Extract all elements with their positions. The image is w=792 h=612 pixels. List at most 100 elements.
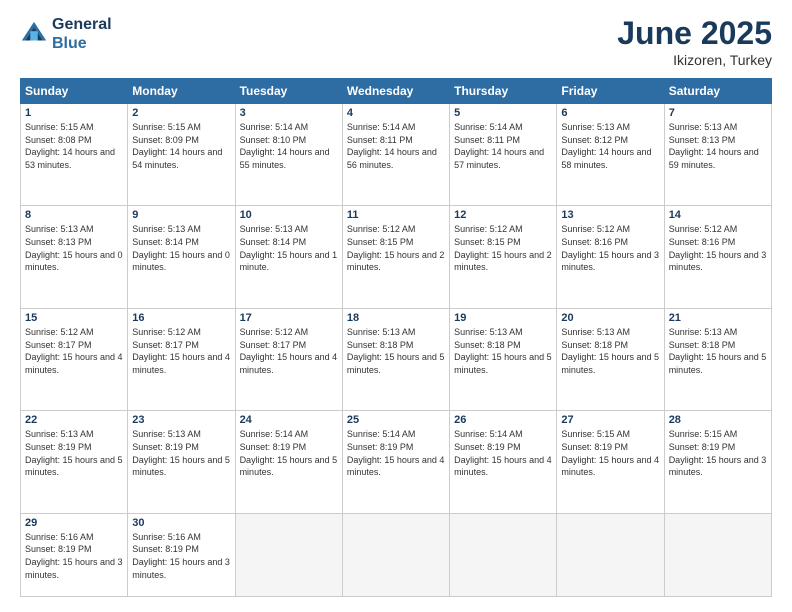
- day-number: 20: [561, 312, 659, 324]
- th-monday: Monday: [128, 79, 235, 104]
- day-number: 9: [132, 209, 230, 221]
- th-saturday: Saturday: [664, 79, 771, 104]
- day-info: Sunrise: 5:14 AMSunset: 8:11 PMDaylight:…: [454, 121, 552, 171]
- calendar-cell: 7 Sunrise: 5:13 AMSunset: 8:13 PMDaylight…: [664, 104, 771, 206]
- calendar-cell: 25 Sunrise: 5:14 AMSunset: 8:19 PMDayligh…: [342, 411, 449, 513]
- day-number: 10: [240, 209, 338, 221]
- day-info: Sunrise: 5:14 AMSunset: 8:10 PMDaylight:…: [240, 121, 338, 171]
- calendar-cell: 9 Sunrise: 5:13 AMSunset: 8:14 PMDaylight…: [128, 206, 235, 308]
- calendar-cell: 13 Sunrise: 5:12 AMSunset: 8:16 PMDayligh…: [557, 206, 664, 308]
- day-info: Sunrise: 5:13 AMSunset: 8:18 PMDaylight:…: [561, 326, 659, 376]
- day-number: 2: [132, 107, 230, 119]
- month-title: June 2025: [617, 15, 772, 52]
- calendar-cell: 5 Sunrise: 5:14 AMSunset: 8:11 PMDaylight…: [450, 104, 557, 206]
- day-number: 12: [454, 209, 552, 221]
- day-number: 30: [132, 517, 230, 529]
- calendar-cell: 30 Sunrise: 5:16 AMSunset: 8:19 PMDayligh…: [128, 513, 235, 596]
- weekday-header-row: Sunday Monday Tuesday Wednesday Thursday…: [21, 79, 772, 104]
- day-number: 19: [454, 312, 552, 324]
- day-info: Sunrise: 5:13 AMSunset: 8:12 PMDaylight:…: [561, 121, 659, 171]
- day-info: Sunrise: 5:14 AMSunset: 8:19 PMDaylight:…: [347, 428, 445, 478]
- location-subtitle: Ikizoren, Turkey: [617, 52, 772, 68]
- calendar-cell: [342, 513, 449, 596]
- logo-icon: [20, 20, 48, 48]
- day-info: Sunrise: 5:15 AMSunset: 8:08 PMDaylight:…: [25, 121, 123, 171]
- calendar-cell: 10 Sunrise: 5:13 AMSunset: 8:14 PMDayligh…: [235, 206, 342, 308]
- day-info: Sunrise: 5:13 AMSunset: 8:13 PMDaylight:…: [25, 223, 123, 273]
- calendar-cell: 29Sunrise: 5:16 AMSunset: 8:19 PMDayligh…: [21, 513, 128, 596]
- day-info: Sunrise: 5:13 AMSunset: 8:14 PMDaylight:…: [132, 223, 230, 273]
- calendar-cell: 18 Sunrise: 5:13 AMSunset: 8:18 PMDayligh…: [342, 308, 449, 410]
- day-number: 1: [25, 107, 123, 119]
- calendar-table: Sunday Monday Tuesday Wednesday Thursday…: [20, 78, 772, 597]
- header: General Blue June 2025 Ikizoren, Turkey: [20, 15, 772, 68]
- day-info: Sunrise: 5:12 AMSunset: 8:16 PMDaylight:…: [561, 223, 659, 273]
- day-number: 6: [561, 107, 659, 119]
- day-info: Sunrise: 5:15 AMSunset: 8:19 PMDaylight:…: [669, 428, 767, 478]
- day-info: Sunrise: 5:12 AMSunset: 8:17 PMDaylight:…: [132, 326, 230, 376]
- day-info: Sunrise: 5:12 AMSunset: 8:17 PMDaylight:…: [25, 326, 123, 376]
- calendar-cell: 21 Sunrise: 5:13 AMSunset: 8:18 PMDayligh…: [664, 308, 771, 410]
- calendar-cell: [450, 513, 557, 596]
- day-number: 21: [669, 312, 767, 324]
- logo-text: General Blue: [52, 15, 112, 53]
- day-info: Sunrise: 5:15 AMSunset: 8:09 PMDaylight:…: [132, 121, 230, 171]
- day-number: 3: [240, 107, 338, 119]
- th-sunday: Sunday: [21, 79, 128, 104]
- calendar-cell: [664, 513, 771, 596]
- day-info: Sunrise: 5:12 AMSunset: 8:15 PMDaylight:…: [347, 223, 445, 273]
- day-number: 27: [561, 414, 659, 426]
- th-friday: Friday: [557, 79, 664, 104]
- th-thursday: Thursday: [450, 79, 557, 104]
- day-info: Sunrise: 5:14 AMSunset: 8:11 PMDaylight:…: [347, 121, 445, 171]
- calendar-cell: 6 Sunrise: 5:13 AMSunset: 8:12 PMDaylight…: [557, 104, 664, 206]
- day-number: 7: [669, 107, 767, 119]
- day-number: 24: [240, 414, 338, 426]
- day-info: Sunrise: 5:15 AMSunset: 8:19 PMDaylight:…: [561, 428, 659, 478]
- calendar-cell: 17 Sunrise: 5:12 AMSunset: 8:17 PMDayligh…: [235, 308, 342, 410]
- calendar-cell: 11 Sunrise: 5:12 AMSunset: 8:15 PMDayligh…: [342, 206, 449, 308]
- day-number: 13: [561, 209, 659, 221]
- day-info: Sunrise: 5:14 AMSunset: 8:19 PMDaylight:…: [240, 428, 338, 478]
- day-info: Sunrise: 5:16 AMSunset: 8:19 PMDaylight:…: [25, 531, 123, 581]
- calendar-cell: 12Sunrise: 5:12 AMSunset: 8:15 PMDayligh…: [450, 206, 557, 308]
- calendar-cell: 8 Sunrise: 5:13 AMSunset: 8:13 PMDaylight…: [21, 206, 128, 308]
- day-info: Sunrise: 5:16 AMSunset: 8:19 PMDaylight:…: [132, 531, 230, 581]
- calendar-cell: 2 Sunrise: 5:15 AMSunset: 8:09 PMDaylight…: [128, 104, 235, 206]
- day-number: 18: [347, 312, 445, 324]
- calendar-cell: 15 Sunrise: 5:12 AMSunset: 8:17 PMDayligh…: [21, 308, 128, 410]
- calendar-cell: 26Sunrise: 5:14 AMSunset: 8:19 PMDayligh…: [450, 411, 557, 513]
- calendar-cell: 28Sunrise: 5:15 AMSunset: 8:19 PMDayligh…: [664, 411, 771, 513]
- calendar-cell: [235, 513, 342, 596]
- title-block: June 2025 Ikizoren, Turkey: [617, 15, 772, 68]
- day-info: Sunrise: 5:13 AMSunset: 8:18 PMDaylight:…: [347, 326, 445, 376]
- day-info: Sunrise: 5:14 AMSunset: 8:19 PMDaylight:…: [454, 428, 552, 478]
- calendar-cell: [557, 513, 664, 596]
- day-info: Sunrise: 5:13 AMSunset: 8:13 PMDaylight:…: [669, 121, 767, 171]
- calendar-cell: 24 Sunrise: 5:14 AMSunset: 8:19 PMDayligh…: [235, 411, 342, 513]
- day-info: Sunrise: 5:12 AMSunset: 8:17 PMDaylight:…: [240, 326, 338, 376]
- calendar-cell: 20 Sunrise: 5:13 AMSunset: 8:18 PMDayligh…: [557, 308, 664, 410]
- day-info: Sunrise: 5:12 AMSunset: 8:16 PMDaylight:…: [669, 223, 767, 273]
- calendar-cell: 22 Sunrise: 5:13 AMSunset: 8:19 PMDayligh…: [21, 411, 128, 513]
- day-number: 22: [25, 414, 123, 426]
- day-number: 8: [25, 209, 123, 221]
- day-number: 17: [240, 312, 338, 324]
- logo: General Blue: [20, 15, 112, 53]
- th-wednesday: Wednesday: [342, 79, 449, 104]
- day-info: Sunrise: 5:13 AMSunset: 8:14 PMDaylight:…: [240, 223, 338, 273]
- day-info: Sunrise: 5:13 AMSunset: 8:19 PMDaylight:…: [25, 428, 123, 478]
- day-number: 14: [669, 209, 767, 221]
- day-info: Sunrise: 5:13 AMSunset: 8:18 PMDaylight:…: [669, 326, 767, 376]
- day-number: 11: [347, 209, 445, 221]
- day-number: 4: [347, 107, 445, 119]
- day-info: Sunrise: 5:13 AMSunset: 8:19 PMDaylight:…: [132, 428, 230, 478]
- calendar-cell: 27 Sunrise: 5:15 AMSunset: 8:19 PMDayligh…: [557, 411, 664, 513]
- day-info: Sunrise: 5:13 AMSunset: 8:18 PMDaylight:…: [454, 326, 552, 376]
- day-number: 5: [454, 107, 552, 119]
- day-number: 15: [25, 312, 123, 324]
- calendar-cell: 23Sunrise: 5:13 AMSunset: 8:19 PMDayligh…: [128, 411, 235, 513]
- calendar-cell: 14 Sunrise: 5:12 AMSunset: 8:16 PMDayligh…: [664, 206, 771, 308]
- day-number: 25: [347, 414, 445, 426]
- day-number: 16: [132, 312, 230, 324]
